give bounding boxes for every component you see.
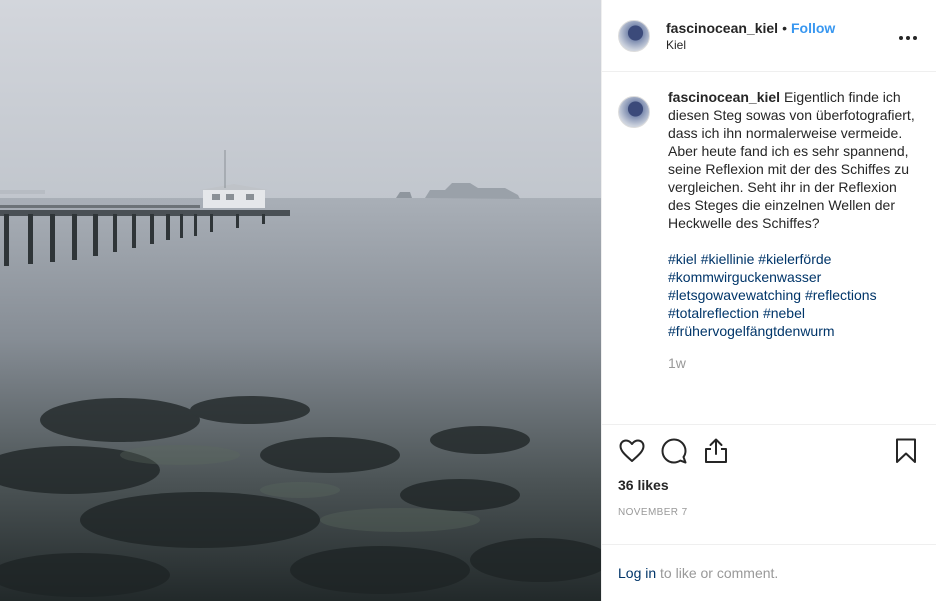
hashtag-list: #kiel #kiellinie #kielerförde #kommwirgu… xyxy=(668,250,918,340)
comment-icon[interactable] xyxy=(660,437,688,465)
hashtag-letsgowavewatching[interactable]: #letsgowavewatching xyxy=(668,287,801,303)
bookmark-svg xyxy=(896,438,916,463)
login-link[interactable]: Log in xyxy=(618,565,656,581)
action-icons xyxy=(618,425,920,477)
comments-section: fascinocean_kiel Eigentlich finde ich di… xyxy=(602,72,936,425)
hashtag-totalreflection[interactable]: #totalreflection xyxy=(668,305,759,321)
separator-dot: • xyxy=(782,19,787,36)
follow-button[interactable]: Follow xyxy=(791,20,835,36)
location-link[interactable]: Kiel xyxy=(666,37,896,53)
login-prompt: Log in to like or comment. xyxy=(602,545,936,601)
post-photo[interactable] xyxy=(0,0,601,601)
instagram-post: fascinocean_kiel • Follow Kiel fascinocean… xyxy=(0,0,936,601)
caption-avatar[interactable] xyxy=(618,96,650,128)
comment-time[interactable]: 1w xyxy=(668,354,918,372)
share-svg xyxy=(705,438,727,463)
caption-username[interactable]: fascinocean_kiel xyxy=(668,89,780,105)
foggy-pier-scene xyxy=(0,0,601,601)
avatar[interactable] xyxy=(618,19,650,52)
caption-comment: fascinocean_kiel Eigentlich finde ich di… xyxy=(618,88,920,372)
header-line: fascinocean_kiel • Follow xyxy=(666,19,896,37)
post-header: fascinocean_kiel • Follow Kiel xyxy=(602,0,936,72)
heart-icon[interactable] xyxy=(618,437,646,465)
hashtag-kiel[interactable]: #kiel xyxy=(668,251,697,267)
caption-body: fascinocean_kiel Eigentlich finde ich di… xyxy=(668,88,918,372)
comment-svg xyxy=(661,438,687,464)
caption-text: Eigentlich finde ich diesen Steg sowas v… xyxy=(668,89,915,231)
hashtag-fruehervogel[interactable]: #frühervogelfängtdenwurm xyxy=(668,323,835,339)
heart-svg xyxy=(619,439,645,462)
more-dots-svg xyxy=(899,36,917,40)
share-icon[interactable] xyxy=(702,437,730,465)
header-text: fascinocean_kiel • Follow Kiel xyxy=(666,19,896,53)
hashtag-kielerfoerde[interactable]: #kielerförde xyxy=(758,251,831,267)
hashtag-reflections[interactable]: #reflections xyxy=(805,287,877,303)
login-prompt-text: to like or comment. xyxy=(656,565,779,581)
hashtag-nebel[interactable]: #nebel xyxy=(763,305,805,321)
action-bar: 36 likes NOVEMBER 7 xyxy=(602,425,936,545)
header-username[interactable]: fascinocean_kiel xyxy=(666,20,778,36)
post-date[interactable]: NOVEMBER 7 xyxy=(618,507,920,518)
likes-count[interactable]: 36 likes xyxy=(618,477,920,493)
hashtag-kiellinie[interactable]: #kiellinie xyxy=(701,251,755,267)
bookmark-icon[interactable] xyxy=(892,437,920,465)
more-horizontal-icon[interactable] xyxy=(896,25,920,46)
hashtag-kommwirguckenwasser[interactable]: #kommwirguckenwasser xyxy=(668,269,821,285)
post-sidebar: fascinocean_kiel • Follow Kiel fascinocean… xyxy=(601,0,936,601)
